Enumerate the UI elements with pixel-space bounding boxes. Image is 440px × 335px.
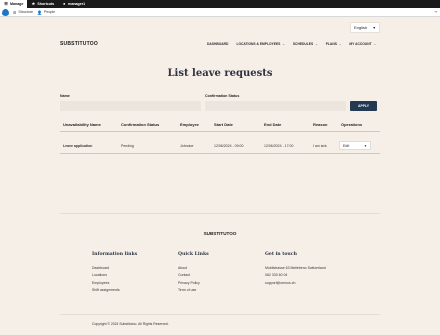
language-select[interactable]: English ▼ bbox=[350, 22, 380, 33]
toolbar-manage-label: Manage bbox=[10, 2, 24, 6]
chevron-down-icon: ⌄ bbox=[373, 42, 377, 46]
status-filter-label: Confirmation Status bbox=[205, 94, 240, 98]
star-icon: ★ bbox=[31, 1, 36, 6]
nav-plans[interactable]: PLANS ⌄ bbox=[326, 42, 342, 46]
footer-contact: Get in touch Mobilstrasse 63 Meilebeno S… bbox=[265, 252, 326, 287]
footer-quick-title: Quick Links bbox=[178, 252, 209, 257]
name-filter-input[interactable] bbox=[60, 101, 201, 111]
cell-start-date: 12/06/2024 - 09:00 bbox=[214, 143, 244, 148]
cell-operations: Edit ▼ bbox=[338, 141, 380, 150]
admin-subbar: ⊞ Structure 👤 People ⇥ bbox=[0, 8, 440, 17]
footer-divider bbox=[60, 213, 380, 214]
nav-my-account-label: MY ACCOUNT bbox=[349, 42, 372, 46]
caret-down-icon: ▼ bbox=[364, 143, 367, 148]
language-select-value: English bbox=[354, 25, 368, 30]
toolbar-shortcuts-label: Shortcuts bbox=[37, 2, 55, 6]
footer-link[interactable]: Privacy Policy bbox=[178, 280, 209, 287]
nav-locations-employees[interactable]: LOCATIONS & EMPLOYEES ⌄ bbox=[236, 42, 284, 46]
table-row: Leave application Pending Johndoe 12/06/… bbox=[60, 138, 380, 154]
footer-link[interactable]: Employees bbox=[92, 280, 137, 287]
leave-requests-table: Unavailability Name Confirmation Status … bbox=[60, 118, 380, 154]
footer-link[interactable]: About bbox=[178, 265, 209, 272]
site-brand[interactable]: SUBSTITUTOO bbox=[60, 41, 98, 47]
toolbar-user[interactable]: ● manager1 bbox=[58, 0, 89, 8]
footer-link[interactable]: Contact bbox=[178, 272, 209, 279]
column-header: Unavailability Name bbox=[63, 122, 101, 127]
footer-email[interactable]: support@omnos.ch bbox=[265, 280, 326, 287]
footer-link[interactable]: Shift assignments bbox=[92, 287, 137, 294]
footer-address: Mobilstrasse 63 Meilebeno Switzerland bbox=[265, 266, 326, 270]
drupal-logo-icon[interactable] bbox=[2, 8, 9, 16]
footer-info-links: Information links Dashboard Locations Em… bbox=[92, 252, 137, 294]
column-header: Start Date bbox=[214, 122, 233, 127]
operations-dropdown[interactable]: Edit ▼ bbox=[339, 141, 371, 150]
footer-link[interactable]: Dashboard bbox=[92, 265, 137, 272]
copyright: Copyright © 2024 Substitutoo. All Rights… bbox=[92, 322, 169, 326]
cell-employee: Johndoe bbox=[180, 143, 194, 148]
column-header: Reason bbox=[313, 122, 328, 127]
cell-reason: I am sick bbox=[313, 143, 327, 148]
status-filter-input[interactable] bbox=[205, 101, 346, 111]
column-header: Employee bbox=[180, 122, 199, 127]
subbar-structure-label: Structure bbox=[18, 10, 33, 14]
footer-link[interactable]: Locations bbox=[92, 272, 137, 279]
cell-status: Pending bbox=[121, 143, 134, 148]
nav-schedules[interactable]: SCHEDULES ⌄ bbox=[293, 42, 318, 46]
people-icon: 👤 bbox=[36, 9, 42, 15]
footer-brand[interactable]: SUBSTITUTOO bbox=[0, 231, 440, 236]
column-header: Operations bbox=[341, 122, 363, 127]
subbar-people[interactable]: 👤 People bbox=[37, 10, 55, 15]
structure-icon: ⊞ bbox=[13, 9, 17, 15]
name-filter-label: Name bbox=[60, 94, 70, 98]
column-header: Confirmation Status bbox=[121, 122, 160, 127]
footer-link[interactable]: Term of use bbox=[178, 287, 209, 294]
page-title: List leave requests bbox=[167, 68, 273, 79]
nav-locations-employees-label: LOCATIONS & EMPLOYEES bbox=[236, 42, 281, 46]
cell-name: Leave application bbox=[63, 143, 93, 148]
column-header: End Date bbox=[264, 122, 282, 127]
nav-dashboard[interactable]: DASHBOARD bbox=[207, 42, 228, 46]
nav-schedules-label: SCHEDULES bbox=[292, 42, 314, 46]
apply-button[interactable]: APPLY bbox=[350, 101, 377, 111]
caret-down-icon: ▼ bbox=[372, 25, 376, 30]
subbar-structure[interactable]: ⊞ Structure bbox=[13, 10, 33, 15]
user-icon: ● bbox=[62, 1, 66, 6]
subbar-people-label: People bbox=[43, 10, 56, 14]
cell-end-date: 12/06/2024 - 17:00 bbox=[264, 143, 294, 148]
nav-dashboard-label: DASHBOARD bbox=[207, 42, 229, 46]
footer-bottom-divider bbox=[60, 314, 380, 315]
nav-my-account[interactable]: MY ACCOUNT ⌄ bbox=[349, 42, 376, 46]
footer-quick-links: Quick Links About Contact Privacy Policy… bbox=[178, 252, 209, 294]
operations-edit-label: Edit bbox=[343, 143, 350, 148]
chevron-down-icon: ⌄ bbox=[282, 42, 285, 46]
menu-icon: ☰ bbox=[4, 1, 8, 6]
footer-contact-title: Get in touch bbox=[265, 252, 297, 257]
toolbar-user-label: manager1 bbox=[68, 2, 86, 6]
main-nav: DASHBOARD LOCATIONS & EMPLOYEES ⌄ SCHEDUL… bbox=[207, 42, 376, 46]
collapse-arrow-icon[interactable]: ⇥ bbox=[434, 10, 437, 14]
admin-toolbar: ☰ Manage ★ Shortcuts ● manager1 bbox=[0, 0, 440, 8]
footer-phone: 062 330 60 04 bbox=[265, 273, 288, 278]
table-header: Unavailability Name Confirmation Status … bbox=[60, 118, 380, 132]
toolbar-manage[interactable]: ☰ Manage bbox=[0, 0, 28, 8]
footer-info-title: Information links bbox=[92, 252, 138, 257]
chevron-down-icon: ⌄ bbox=[315, 42, 318, 46]
toolbar-shortcuts[interactable]: ★ Shortcuts bbox=[27, 0, 58, 8]
chevron-down-icon: ⌄ bbox=[338, 42, 342, 46]
nav-plans-label: PLANS bbox=[325, 42, 337, 46]
